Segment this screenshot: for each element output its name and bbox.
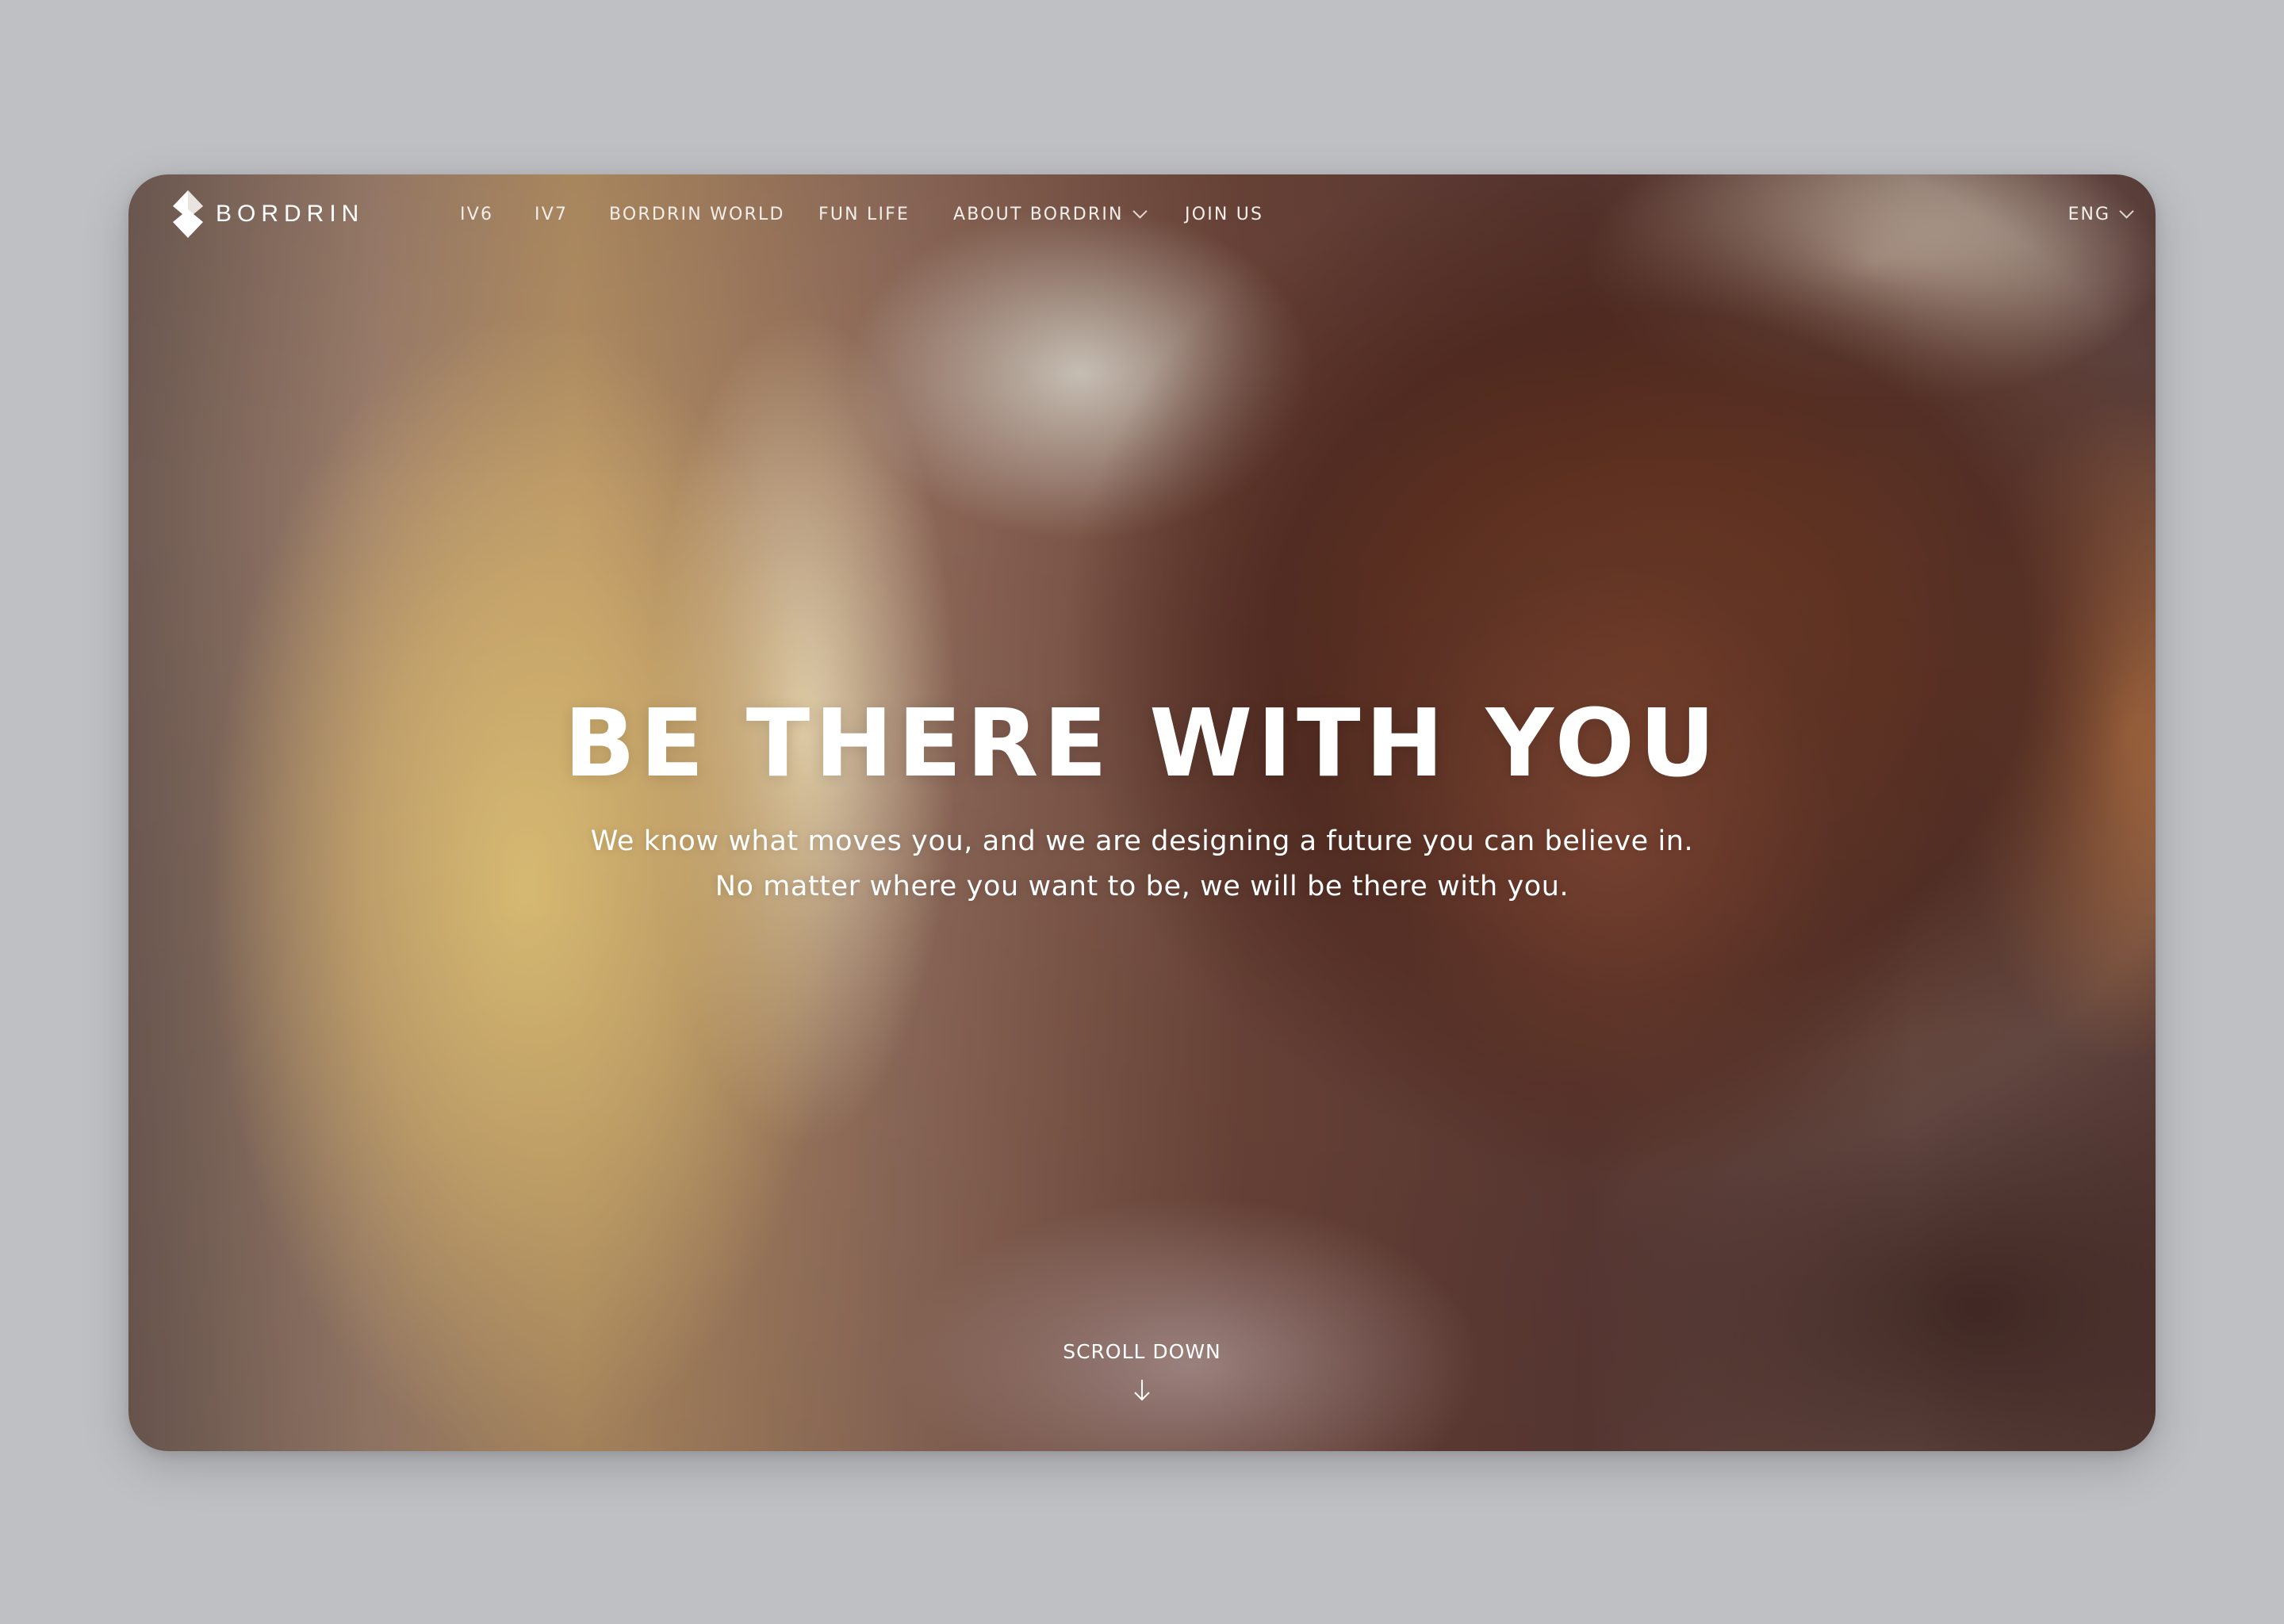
nav-item-label: ABOUT BORDRIN [953,205,1124,224]
scroll-down-link[interactable]: SCROLL DOWN [128,1340,2156,1363]
hero-headline: BE THERE WITH YOU [564,688,1720,798]
chevron-down-icon [2119,204,2134,219]
language-label: ENG [2067,205,2110,224]
nav-item-iv6[interactable]: IV6 [460,205,493,224]
nav-item-iv7[interactable]: IV7 [535,205,568,224]
brand-name: BORDRIN [216,201,365,227]
language-selector[interactable]: ENG [2067,204,2134,224]
chevron-down-icon [1132,204,1148,219]
hero-subline-2: No matter where you want to be, we will … [715,871,1569,902]
nav-item-fun-life[interactable]: FUN LIFE [818,205,910,224]
nav-item-label: IV7 [535,205,569,224]
top-navigation: BORDRIN IV6 IV7 BORDRIN WORLD FUN LIFE A… [128,174,2156,254]
hero-subline-1: We know what moves you, and we are desig… [590,825,1694,857]
nav-item-label: FUN LIFE [818,205,910,224]
bordrin-diamond-logo-icon [173,190,203,238]
hero-overlay [128,174,2156,1451]
nav-item-bordrin-world[interactable]: BORDRIN WORLD [609,205,785,224]
nav-item-label: JOIN US [1185,205,1264,224]
arrow-down-icon[interactable] [1132,1378,1152,1402]
nav-item-label: IV6 [460,205,494,224]
nav-item-join-us[interactable]: JOIN US [1185,205,1263,224]
nav-item-label: BORDRIN WORLD [609,205,785,224]
brand-logo[interactable]: BORDRIN [171,190,364,238]
browser-frame: BORDRIN IV6 IV7 BORDRIN WORLD FUN LIFE A… [128,174,2156,1451]
nav-item-about-bordrin[interactable]: ABOUT BORDRIN [953,204,1148,224]
